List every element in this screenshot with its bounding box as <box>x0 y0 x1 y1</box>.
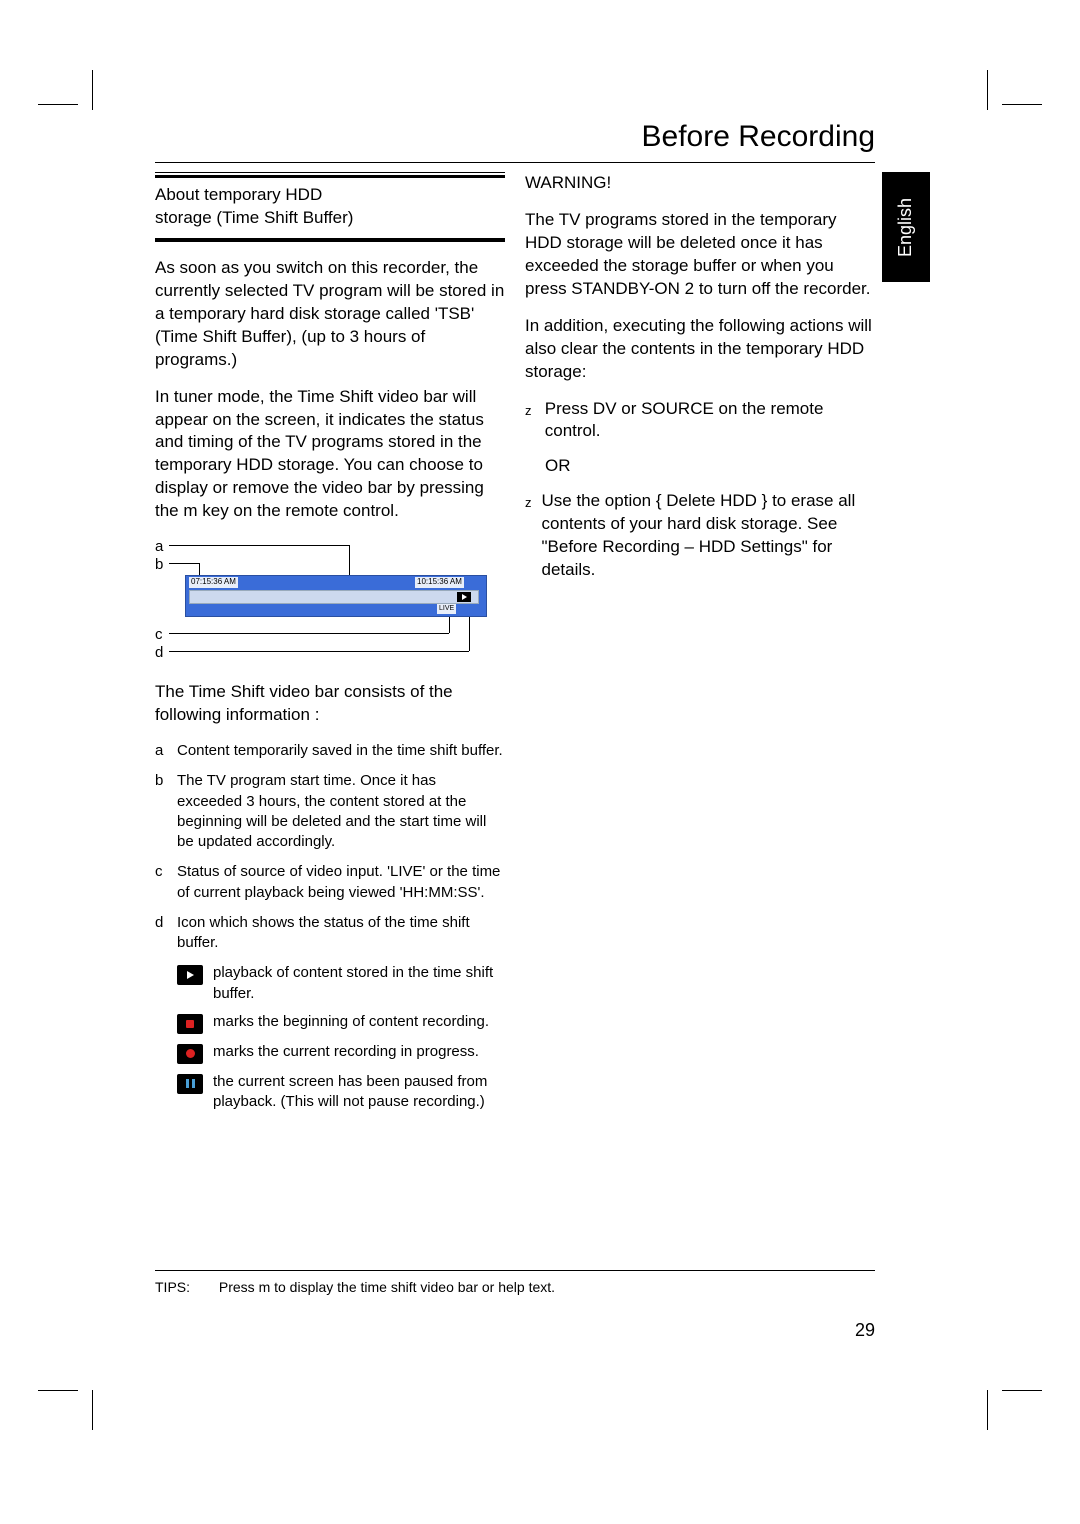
paragraph: The TV programs stored in the temporary … <box>525 209 875 301</box>
tips-text: Press m to display the time shift video … <box>219 1279 555 1295</box>
crop-mark <box>38 1390 78 1391</box>
content-columns: About temporary HDD storage (Time Shift … <box>155 172 875 1120</box>
info-list-item: c Status of source of video input. 'LIVE… <box>155 862 505 903</box>
diagram-play-icon <box>457 592 471 602</box>
info-list-label: c <box>155 862 169 903</box>
play-icon <box>177 965 203 985</box>
info-list-item: a Content temporarily saved in the time … <box>155 741 505 761</box>
icon-sublist-item: playback of content stored in the time s… <box>155 963 505 1004</box>
bullet-text: Use the option { Delete HDD } to erase a… <box>542 490 876 582</box>
diagram-track <box>189 590 479 604</box>
bullet-list: z Press DV or SOURCE on the remote contr… <box>525 398 875 444</box>
record-now-icon <box>177 1044 203 1064</box>
tips-footer: TIPS: Press m to display the time shift … <box>155 1270 875 1295</box>
crop-mark <box>987 1390 988 1430</box>
section-heading-rule-top: About temporary HDD storage (Time Shift … <box>155 172 505 241</box>
pause-icon <box>177 1074 203 1094</box>
chapter-underline <box>155 162 875 163</box>
diagram-line <box>169 545 349 546</box>
paragraph: In addition, executing the following act… <box>525 315 875 384</box>
section-heading-line1: About temporary HDD <box>155 184 505 207</box>
bullet-list-item: z Press DV or SOURCE on the remote contr… <box>525 398 875 444</box>
icon-sublist-text: the current screen has been paused from … <box>213 1072 505 1113</box>
record-start-icon <box>177 1014 203 1034</box>
timeshift-diagram: a b c d 07:15:36 AM 10:15:36 AM <box>155 537 505 667</box>
bullet-glyph: z <box>525 402 535 444</box>
bullet-list-item: z Use the option { Delete HDD } to erase… <box>525 490 875 582</box>
crop-mark <box>987 70 988 110</box>
bullet-text: Press DV or SOURCE on the remote control… <box>545 398 875 444</box>
diagram-start-time: 07:15:36 AM <box>189 577 238 588</box>
info-list-text: The TV program start time. Once it has e… <box>177 771 505 852</box>
section-heading-rule-bottom <box>155 241 505 243</box>
section-heading: About temporary HDD storage (Time Shift … <box>155 175 505 241</box>
info-list-label: d <box>155 913 169 954</box>
tips-label: TIPS: <box>155 1279 215 1295</box>
page-number: 29 <box>855 1320 875 1341</box>
paragraph: In tuner mode, the Time Shift video bar … <box>155 386 505 524</box>
info-list: a Content temporarily saved in the time … <box>155 741 505 1112</box>
diagram-line <box>169 633 449 634</box>
crop-mark <box>38 104 78 105</box>
info-list-text: Status of source of video input. 'LIVE' … <box>177 862 505 903</box>
crop-mark <box>1002 104 1042 105</box>
diagram-live-label: LIVE <box>437 604 456 613</box>
info-list-text: Icon which shows the status of the time … <box>177 913 505 954</box>
icon-sublist-text: marks the beginning of content recording… <box>213 1012 489 1032</box>
bullet-glyph: z <box>525 494 532 582</box>
paragraph: The Time Shift video bar consists of the… <box>155 681 505 727</box>
icon-sublist-text: marks the current recording in progress. <box>213 1042 479 1062</box>
warning-heading: WARNING! <box>525 172 875 195</box>
left-column: About temporary HDD storage (Time Shift … <box>155 172 505 1120</box>
bullet-list: z Use the option { Delete HDD } to erase… <box>525 490 875 582</box>
info-list-item: b The TV program start time. Once it has… <box>155 771 505 852</box>
crop-mark <box>1002 1390 1042 1391</box>
crop-mark <box>92 70 93 110</box>
diagram-line <box>169 651 469 652</box>
page: Before Recording English About temporary… <box>0 0 1080 1524</box>
icon-sublist-item: the current screen has been paused from … <box>155 1072 505 1113</box>
info-list-text: Content temporarily saved in the time sh… <box>177 741 503 761</box>
paragraph: As soon as you switch on this recorder, … <box>155 257 505 372</box>
language-tab-text: English <box>896 197 917 256</box>
icon-sublist: playback of content stored in the time s… <box>155 963 505 1112</box>
info-list-item: d Icon which shows the status of the tim… <box>155 913 505 954</box>
or-separator: OR <box>545 455 875 478</box>
icon-sublist-item: marks the current recording in progress. <box>155 1042 505 1064</box>
diagram-label-b: b <box>155 555 163 575</box>
icon-sublist-text: playback of content stored in the time s… <box>213 963 505 1004</box>
diagram-label-d: d <box>155 643 163 663</box>
diagram-line <box>449 615 450 633</box>
icon-sublist-item: marks the beginning of content recording… <box>155 1012 505 1034</box>
info-list-label: b <box>155 771 169 852</box>
diagram-line <box>169 563 199 564</box>
crop-mark <box>92 1390 93 1430</box>
section-heading-line2: storage (Time Shift Buffer) <box>155 207 505 230</box>
right-column: WARNING! The TV programs stored in the t… <box>525 172 875 1120</box>
language-tab: English <box>882 172 930 282</box>
chapter-title: Before Recording <box>642 120 875 154</box>
info-list-label: a <box>155 741 169 761</box>
diagram-end-time: 10:15:36 AM <box>415 577 464 588</box>
